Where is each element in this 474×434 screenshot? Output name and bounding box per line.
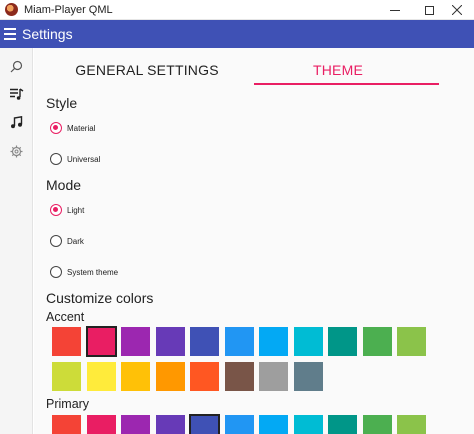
close-icon — [451, 4, 463, 16]
accent-color-swatch[interactable] — [259, 327, 288, 356]
maximize-icon — [424, 5, 434, 15]
accent-color-swatch[interactable] — [155, 362, 185, 391]
radio-indicator — [50, 153, 62, 165]
app-logo-icon — [5, 3, 18, 16]
rail-settings-button[interactable] — [0, 137, 33, 165]
mode-dark-radio[interactable]: Dark — [50, 233, 84, 249]
accent-color-swatch[interactable] — [224, 327, 254, 356]
accent-color-swatch[interactable] — [328, 327, 357, 356]
window-title: Miam-Player QML — [24, 4, 113, 16]
radio-label: Universal — [67, 154, 101, 164]
primary-color-swatch[interactable] — [397, 415, 426, 434]
radio-label: System theme — [67, 267, 119, 277]
primary-color-swatch[interactable] — [328, 415, 357, 434]
primary-color-swatch[interactable] — [224, 415, 254, 434]
primary-label: Primary — [46, 397, 90, 411]
app-bar: Settings — [0, 20, 474, 48]
page-title: Settings — [22, 26, 73, 42]
music-note-icon — [11, 115, 23, 128]
playlist-icon — [9, 87, 23, 100]
accent-color-swatch[interactable] — [190, 327, 219, 356]
accent-label: Accent — [46, 310, 85, 324]
customize-colors-heading: Customize colors — [46, 290, 154, 306]
accent-color-swatch[interactable] — [224, 362, 254, 391]
accent-color-swatch[interactable] — [293, 362, 323, 391]
accent-color-swatch[interactable] — [121, 362, 150, 391]
style-universal-radio[interactable]: Universal — [50, 151, 100, 167]
radio-indicator — [50, 204, 62, 216]
accent-color-swatch[interactable] — [52, 327, 81, 356]
accent-color-swatch[interactable] — [397, 327, 426, 356]
gear-icon — [10, 145, 23, 157]
style-heading: Style — [46, 95, 78, 111]
accent-color-swatch[interactable] — [362, 327, 392, 356]
rail-music-button[interactable] — [0, 108, 33, 136]
mode-light-radio[interactable]: Light — [50, 202, 84, 218]
menu-icon[interactable] — [4, 28, 16, 40]
mode-system-theme-radio[interactable]: System theme — [50, 264, 118, 280]
primary-color-swatch[interactable] — [293, 415, 323, 434]
minimize-button[interactable] — [378, 0, 412, 20]
primary-color-swatch[interactable] — [189, 414, 220, 434]
minimize-icon — [390, 9, 400, 11]
primary-color-swatch[interactable] — [52, 415, 81, 434]
search-icon — [10, 60, 23, 72]
primary-color-swatch[interactable] — [86, 415, 116, 434]
accent-color-swatch[interactable] — [293, 327, 323, 356]
rail-playlist-button[interactable] — [0, 80, 33, 108]
tab-theme[interactable]: THEME — [258, 62, 418, 78]
accent-color-swatch[interactable] — [52, 362, 81, 391]
primary-color-swatch[interactable] — [362, 415, 392, 434]
radio-label: Dark — [67, 236, 84, 246]
accent-color-swatch[interactable] — [86, 362, 116, 391]
primary-color-swatch[interactable] — [121, 415, 150, 434]
mode-heading: Mode — [46, 177, 82, 193]
accent-color-swatch[interactable] — [190, 362, 219, 391]
radio-label: Light — [67, 205, 85, 215]
radio-indicator — [50, 235, 62, 247]
radio-label: Material — [67, 123, 96, 133]
accent-color-swatch[interactable] — [85, 326, 117, 357]
window-titlebar: Miam-Player QML — [0, 0, 474, 20]
accent-color-swatch[interactable] — [121, 327, 150, 356]
radio-indicator — [50, 266, 62, 278]
settings-content: GENERAL SETTINGS THEME Style Material Un… — [34, 48, 474, 434]
side-rail — [0, 48, 33, 434]
accent-color-swatch[interactable] — [155, 327, 185, 356]
close-button[interactable] — [440, 0, 474, 20]
accent-color-swatch[interactable] — [259, 362, 288, 391]
tab-general-settings[interactable]: GENERAL SETTINGS — [72, 62, 222, 78]
rail-search-button[interactable] — [0, 52, 33, 80]
primary-color-swatch[interactable] — [155, 415, 185, 434]
primary-color-swatch[interactable] — [259, 415, 288, 434]
tab-indicator — [254, 83, 439, 85]
style-material-radio[interactable]: Material — [50, 120, 95, 136]
radio-indicator — [50, 122, 62, 134]
